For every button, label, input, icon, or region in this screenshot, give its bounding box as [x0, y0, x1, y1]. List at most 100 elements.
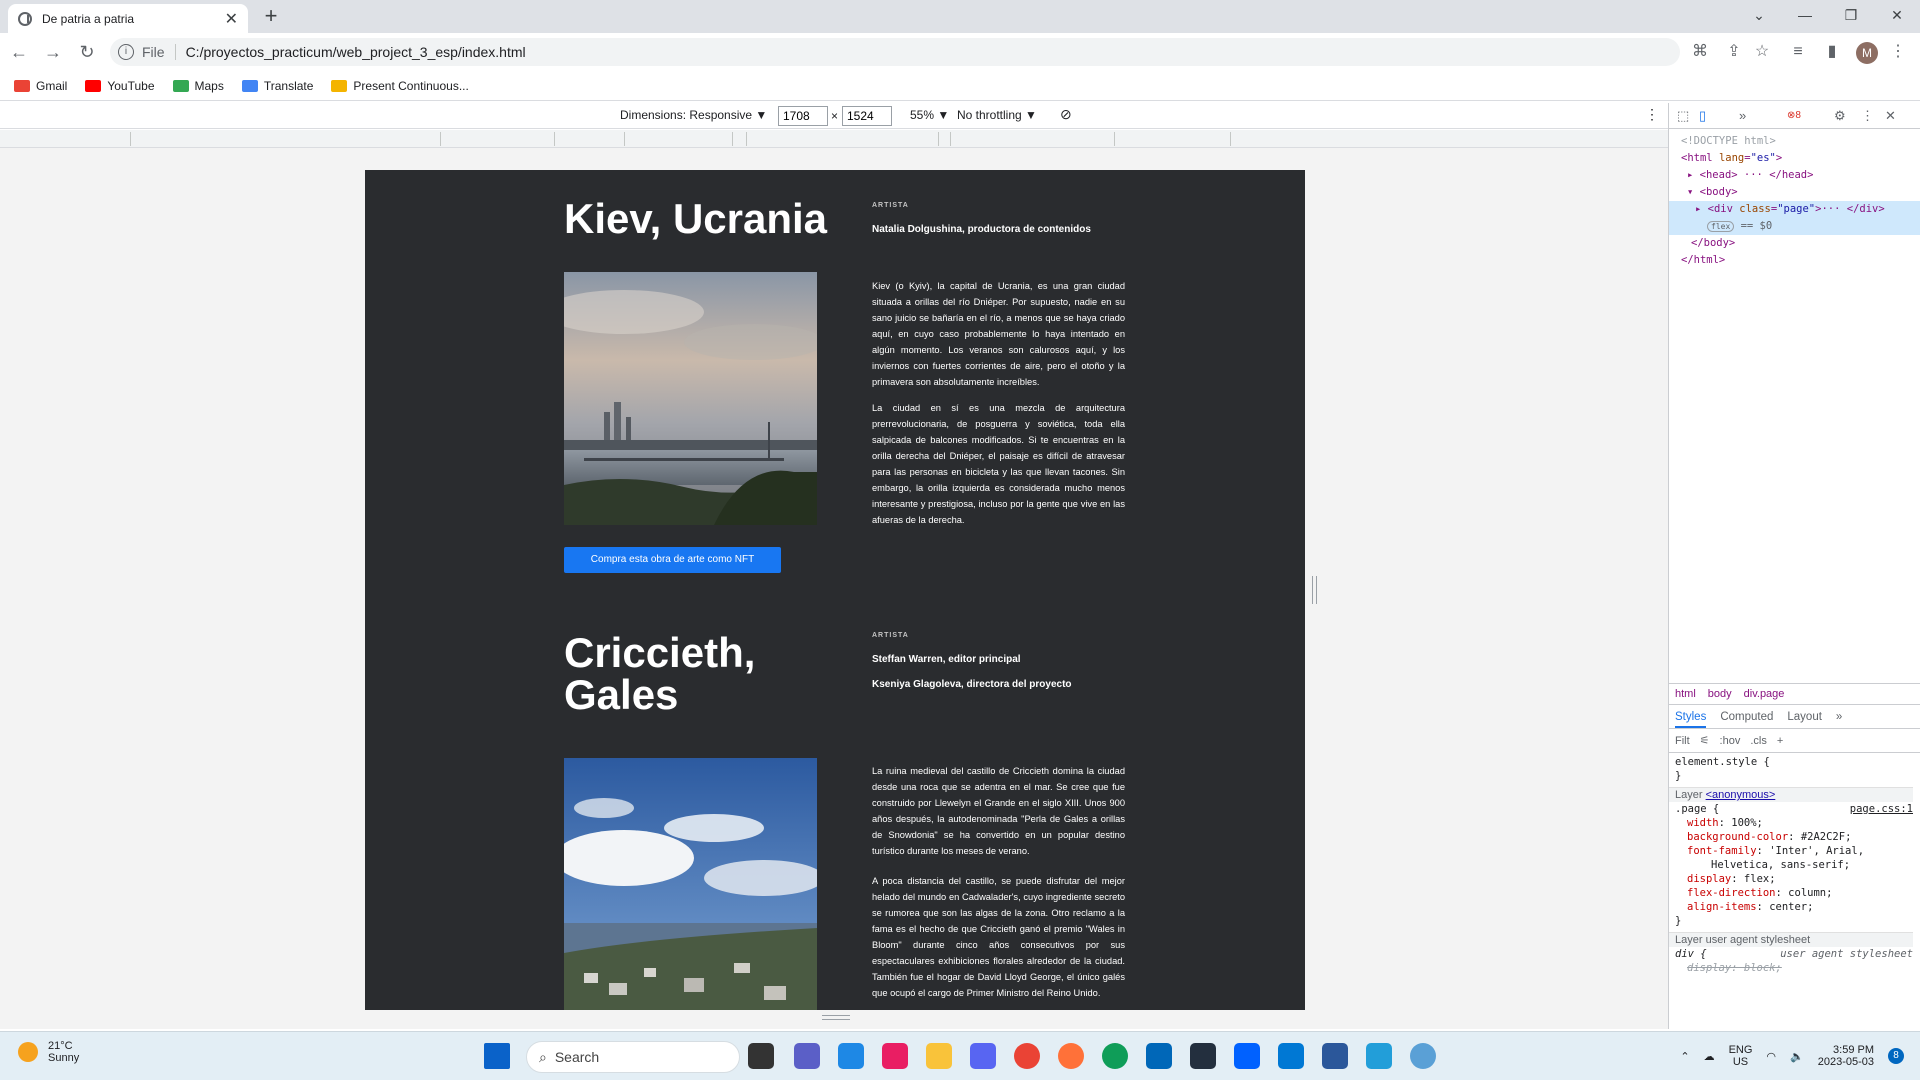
edge-icon[interactable] — [1102, 1043, 1128, 1069]
bookmark-translate[interactable]: Translate — [241, 79, 313, 93]
source-link[interactable]: page.css:1 — [1850, 802, 1913, 816]
browser-tab[interactable]: De patria a patria ✕ — [8, 4, 248, 33]
bookmark-maps[interactable]: Maps — [172, 79, 224, 93]
share-icon[interactable]: ⇪ — [1722, 40, 1746, 64]
close-tab-icon[interactable]: ✕ — [225, 9, 238, 29]
figma-icon[interactable] — [882, 1043, 908, 1069]
dom-div-page[interactable]: ▸ <div class="page">··· </div> — [1669, 201, 1920, 218]
rotate-icon[interactable]: ⊘ — [1060, 106, 1072, 123]
tab-styles[interactable]: Styles — [1675, 711, 1707, 728]
viewport-resize-handle[interactable] — [1312, 576, 1317, 604]
tab-layout[interactable]: Layout — [1787, 711, 1822, 728]
amazon-icon[interactable] — [1190, 1043, 1216, 1069]
maximize-button[interactable]: ❐ — [1828, 0, 1874, 30]
buy-nft-button[interactable]: Compra esta obra de arte como NFT — [564, 547, 781, 573]
taskbar-search[interactable]: ⌕ Search — [526, 1041, 740, 1073]
css-property[interactable]: background-color: #2A2C2F; — [1675, 830, 1913, 844]
page-selector[interactable]: .page { — [1675, 802, 1719, 816]
reading-list-icon[interactable]: ≡ — [1786, 40, 1810, 64]
dom-body-close[interactable]: </body> — [1681, 235, 1920, 252]
back-icon[interactable]: ← — [4, 42, 34, 63]
notification-badge[interactable]: 8 — [1888, 1048, 1904, 1064]
outlook-icon[interactable] — [1278, 1043, 1304, 1069]
reload-icon[interactable]: ↻ — [72, 42, 102, 63]
element-style-rule[interactable]: element.style { — [1675, 755, 1913, 769]
bookmark-present-continuous[interactable]: Present Continuous... — [331, 79, 469, 93]
width-input[interactable] — [778, 106, 828, 126]
file-explorer-icon[interactable] — [926, 1043, 952, 1069]
translate-icon[interactable]: ⌘ — [1688, 40, 1712, 64]
close-window-button[interactable]: ✕ — [1874, 0, 1920, 30]
more-style-tabs-icon[interactable]: » — [1836, 711, 1842, 728]
store-icon[interactable] — [1146, 1043, 1172, 1069]
tab-search-icon[interactable]: ⌄ — [1736, 0, 1782, 30]
info-icon[interactable]: i — [118, 44, 134, 60]
teams-icon[interactable] — [794, 1043, 820, 1069]
globe-app-icon[interactable] — [1410, 1043, 1436, 1069]
url-text[interactable]: C:/proyectos_practicum/web_project_3_esp… — [186, 44, 526, 60]
dimensions-select[interactable]: Dimensions: Responsive ▼ — [620, 108, 767, 122]
dom-body[interactable]: ▾ <body> — [1681, 184, 1920, 201]
crumb-html[interactable]: html — [1675, 688, 1696, 700]
side-panel-icon[interactable]: ▮ — [1820, 40, 1844, 64]
clock[interactable]: 3:59 PM 2023-05-03 — [1818, 1044, 1874, 1068]
task-view-icon[interactable] — [748, 1043, 774, 1069]
paint-icon[interactable]: ⚟ — [1700, 734, 1710, 747]
layer-link[interactable]: <anonymous> — [1706, 789, 1776, 801]
css-property[interactable]: display: flex; — [1675, 872, 1913, 886]
filter-input[interactable]: Filt — [1675, 735, 1690, 747]
dom-html[interactable]: <html lang="es"> — [1681, 150, 1920, 167]
css-property[interactable]: Helvetica, sans-serif; — [1675, 858, 1913, 872]
more-tabs-icon[interactable]: » — [1739, 108, 1746, 123]
chevron-up-icon[interactable]: ⌃ — [1680, 1050, 1689, 1063]
tab-computed[interactable]: Computed — [1720, 711, 1773, 728]
menu-icon[interactable]: ⋮ — [1886, 40, 1910, 64]
device-toggle-icon[interactable]: ▯ — [1699, 108, 1706, 124]
address-bar[interactable]: i File C:/proyectos_practicum/web_projec… — [110, 38, 1680, 66]
dom-html-close[interactable]: </html> — [1681, 252, 1920, 269]
bookmark-star-icon[interactable]: ☆ — [1750, 40, 1774, 64]
settings-icon[interactable]: ⚙ — [1834, 108, 1846, 124]
throttling-select[interactable]: No throttling ▼ — [957, 108, 1037, 122]
hov-toggle[interactable]: :hov — [1720, 735, 1741, 747]
css-property[interactable]: width: 100%; — [1675, 816, 1913, 830]
inspect-icon[interactable]: ⬚ — [1677, 108, 1689, 124]
bookmark-gmail[interactable]: Gmail — [14, 79, 67, 93]
vscode-icon[interactable] — [838, 1043, 864, 1069]
new-tab-button[interactable]: + — [258, 4, 284, 30]
dom-head[interactable]: ▸ <head> ··· </head> — [1681, 167, 1920, 184]
dom-doctype[interactable]: <!DOCTYPE html> — [1681, 133, 1920, 150]
height-input[interactable] — [842, 106, 892, 126]
firefox-icon[interactable] — [1058, 1043, 1084, 1069]
cloud-icon[interactable]: ☁ — [1704, 1050, 1715, 1063]
volume-icon[interactable]: 🔈 — [1790, 1050, 1804, 1063]
error-badge[interactable]: ⊗8 — [1787, 110, 1801, 121]
crumb-body[interactable]: body — [1708, 688, 1732, 700]
avatar[interactable]: M — [1856, 42, 1878, 64]
weather-widget[interactable]: 21°C Sunny — [18, 1040, 79, 1064]
devtools-menu-icon[interactable]: ⋮ — [1861, 108, 1874, 124]
start-button[interactable] — [484, 1043, 510, 1069]
bookmark-youtube[interactable]: YouTube — [85, 79, 155, 93]
telegram-icon[interactable] — [1366, 1043, 1392, 1069]
forward-icon[interactable]: → — [38, 42, 68, 63]
cls-toggle[interactable]: .cls — [1750, 735, 1767, 747]
media-query-ruler[interactable] — [0, 130, 1668, 148]
css-property[interactable]: align-items: center; — [1675, 900, 1913, 914]
word-icon[interactable] — [1322, 1043, 1348, 1069]
crumb-div-page[interactable]: div.page — [1744, 688, 1785, 700]
discord-icon[interactable] — [970, 1043, 996, 1069]
css-property[interactable]: font-family: 'Inter', Arial, — [1675, 844, 1913, 858]
flex-badge[interactable]: flex — [1707, 221, 1735, 232]
language-indicator[interactable]: ENG US — [1729, 1044, 1753, 1068]
new-rule-button[interactable]: + — [1777, 735, 1783, 747]
minimize-button[interactable]: — — [1782, 0, 1828, 30]
more-options-icon[interactable]: ⋮ — [1645, 106, 1659, 123]
close-devtools-icon[interactable]: ✕ — [1885, 108, 1896, 124]
dropbox-icon[interactable] — [1234, 1043, 1260, 1069]
wifi-icon[interactable]: ◠ — [1766, 1050, 1776, 1063]
viewport-height-handle[interactable] — [822, 1015, 850, 1020]
chrome-icon[interactable] — [1014, 1043, 1040, 1069]
css-property[interactable]: flex-direction: column; — [1675, 886, 1913, 900]
zoom-select[interactable]: 55% ▼ — [910, 108, 949, 122]
